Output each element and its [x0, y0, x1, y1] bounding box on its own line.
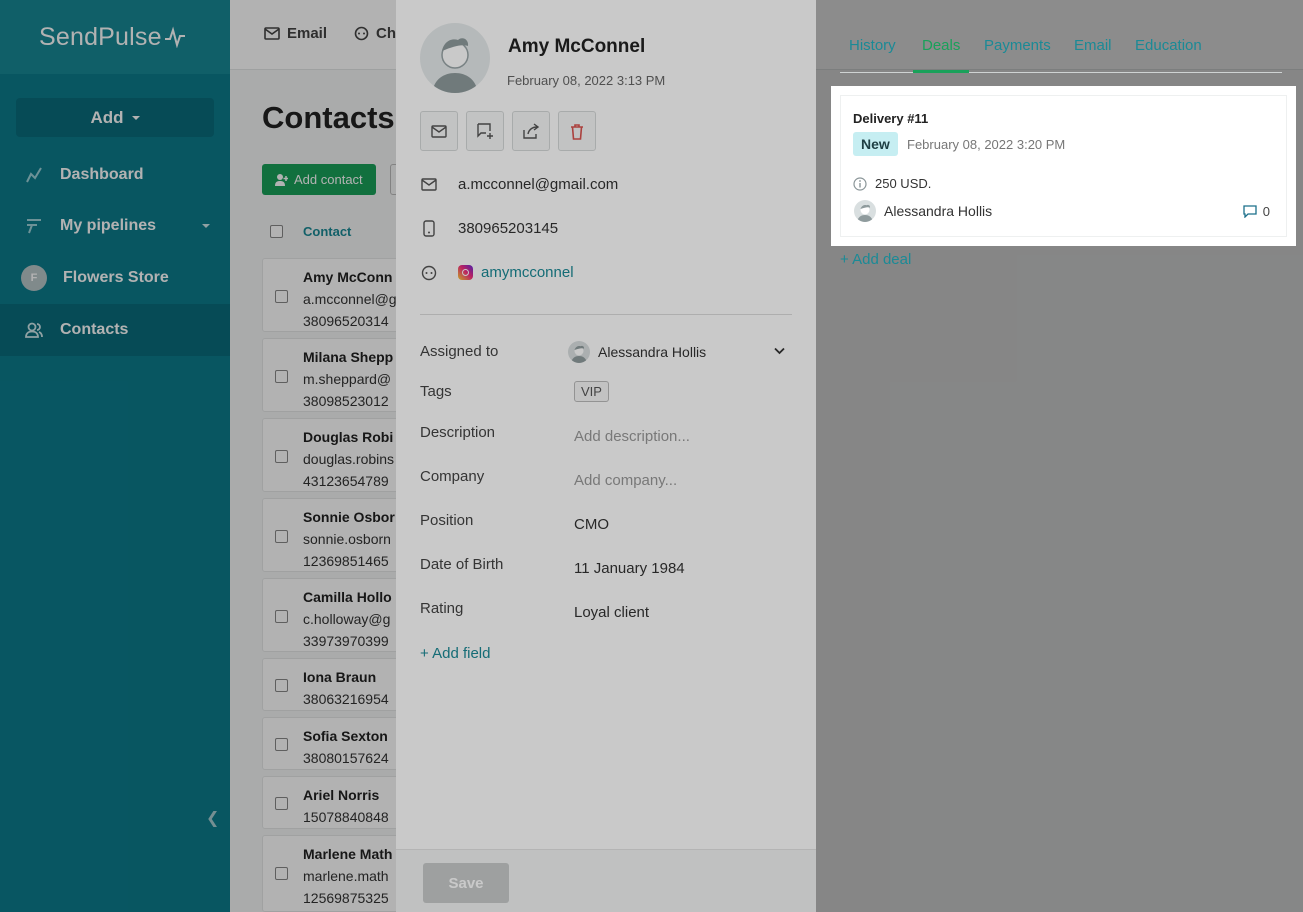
comment-icon: [1243, 205, 1257, 218]
add-deal-link[interactable]: + Add deal: [840, 251, 911, 268]
deal-owner: Alessandra Hollis: [854, 200, 992, 222]
tab-history[interactable]: History: [849, 37, 896, 73]
deal-amount-value: 250 USD.: [875, 176, 932, 191]
deal-card[interactable]: Delivery #11 New February 08, 2022 3:20 …: [840, 95, 1287, 237]
deal-card-highlight: Delivery #11 New February 08, 2022 3:20 …: [831, 86, 1296, 246]
deal-date: February 08, 2022 3:20 PM: [907, 137, 1066, 152]
info-icon: [853, 176, 867, 191]
deal-owner-avatar: [854, 200, 876, 222]
tab-payments[interactable]: Payments: [984, 37, 1051, 73]
deal-title[interactable]: Delivery #11: [853, 111, 928, 126]
deal-amount: 250 USD.: [853, 176, 931, 191]
tab-email[interactable]: Email: [1074, 37, 1112, 73]
deal-comments-count: 0: [1262, 204, 1270, 219]
deal-comments[interactable]: 0: [1243, 204, 1270, 219]
deal-status-badge: New: [853, 132, 898, 156]
tab-education[interactable]: Education: [1135, 37, 1202, 73]
detail-tabs: History Deals Payments Email Education: [840, 36, 1282, 73]
tab-deals[interactable]: Deals: [913, 37, 970, 73]
deal-owner-name: Alessandra Hollis: [884, 203, 993, 219]
